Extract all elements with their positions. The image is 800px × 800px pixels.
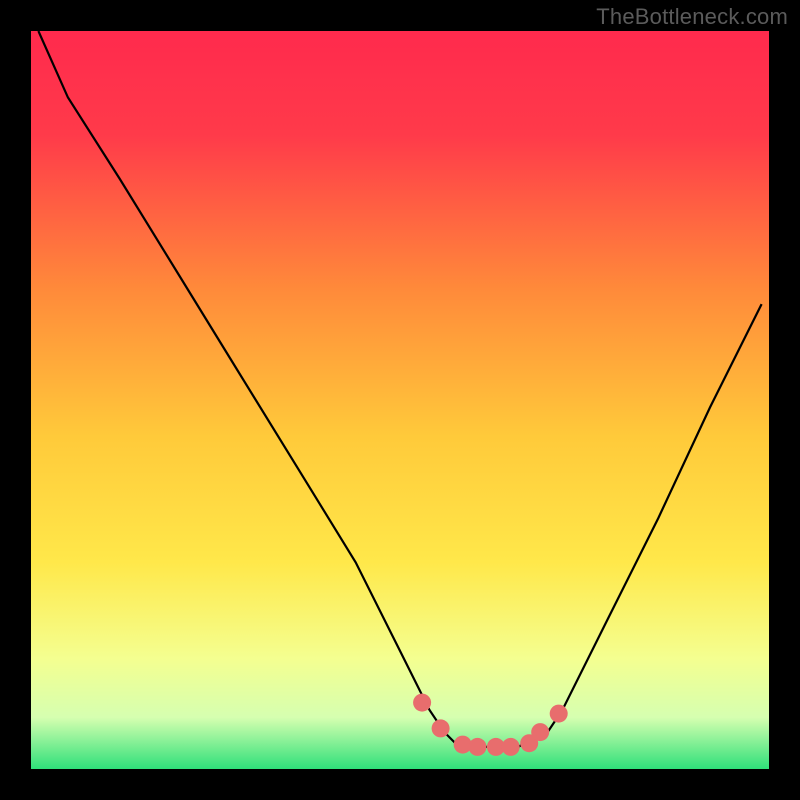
highlight-marker — [502, 738, 520, 756]
chart-container: TheBottleneck.com — [0, 0, 800, 800]
bottleneck-chart — [0, 0, 800, 800]
plot-background — [31, 31, 769, 769]
highlight-marker — [469, 738, 487, 756]
highlight-marker — [550, 705, 568, 723]
watermark-text: TheBottleneck.com — [596, 4, 788, 30]
highlight-marker — [432, 719, 450, 737]
highlight-marker — [531, 723, 549, 741]
highlight-marker — [413, 694, 431, 712]
